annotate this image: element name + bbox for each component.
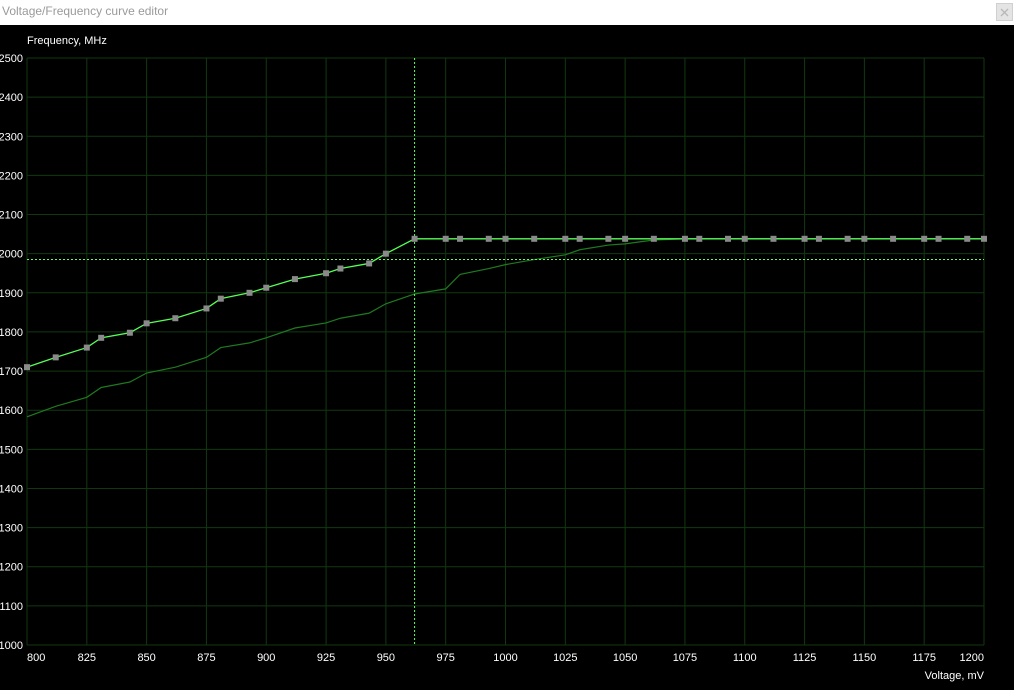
curve-point[interactable] xyxy=(890,235,897,242)
curve-point[interactable] xyxy=(126,329,133,336)
curve-point[interactable] xyxy=(815,235,822,242)
curve-point[interactable] xyxy=(921,235,928,242)
y-tick-label: 2400 xyxy=(0,92,23,104)
close-button[interactable] xyxy=(996,3,1013,21)
curve-point[interactable] xyxy=(323,270,330,277)
x-tick-label: 925 xyxy=(317,652,335,664)
x-tick-label: 1075 xyxy=(673,652,697,664)
curve-point[interactable] xyxy=(801,235,808,242)
y-tick-label: 1100 xyxy=(0,601,23,613)
x-tick-label: 1150 xyxy=(853,652,877,664)
window-title: Voltage/Frequency curve editor xyxy=(2,4,169,18)
curve-point[interactable] xyxy=(98,334,105,341)
curve-point[interactable] xyxy=(696,235,703,242)
curve-point[interactable] xyxy=(246,289,253,296)
x-tick-label: 1100 xyxy=(733,652,757,664)
curve-point[interactable] xyxy=(562,235,569,242)
y-tick-label: 2100 xyxy=(0,210,23,222)
x-tick-label: 950 xyxy=(377,652,395,664)
title-bar: Voltage/Frequency curve editor xyxy=(0,0,1014,25)
y-tick-label: 2300 xyxy=(0,131,23,143)
vf-curve-plot-area[interactable]: 1000 1100 1200 1300 1400 1500 1600 1700 1800 1900… xyxy=(0,25,1014,685)
y-axis-label: Frequency, MHz xyxy=(27,35,107,47)
x-tick-label: 875 xyxy=(197,652,215,664)
curve-point[interactable] xyxy=(263,284,270,291)
curve-point[interactable] xyxy=(83,344,90,351)
vf-curve-chart[interactable]: 1000 1100 1200 1300 1400 1500 1600 1700 1800 1900… xyxy=(0,25,1014,685)
y-tick-label: 2500 xyxy=(0,53,23,65)
curve-point[interactable] xyxy=(291,276,298,283)
curve-point[interactable] xyxy=(964,235,971,242)
curve-point[interactable] xyxy=(576,235,583,242)
curve-point[interactable] xyxy=(770,235,777,242)
curve-point[interactable] xyxy=(457,235,464,242)
x-tick-label: 900 xyxy=(257,652,275,664)
curve-point[interactable] xyxy=(203,305,210,312)
x-tick-label: 1050 xyxy=(613,652,637,664)
y-tick-label: 1900 xyxy=(0,288,23,300)
y-tick-label: 1400 xyxy=(0,483,23,495)
curve-point[interactable] xyxy=(844,235,851,242)
y-tick-label: 1700 xyxy=(0,366,23,378)
y-tick-label: 1600 xyxy=(0,405,23,417)
curve-point[interactable] xyxy=(24,364,30,371)
y-tick-label: 2000 xyxy=(0,249,23,261)
curve-point[interactable] xyxy=(411,235,418,242)
curve-point[interactable] xyxy=(605,235,612,242)
curve-point[interactable] xyxy=(217,295,224,302)
curve-point[interactable] xyxy=(861,235,868,242)
curve-point[interactable] xyxy=(337,265,344,272)
curve-point[interactable] xyxy=(172,315,179,322)
curve-point[interactable] xyxy=(650,235,657,242)
x-tick-label: 825 xyxy=(78,652,96,664)
x-tick-label: 800 xyxy=(27,652,45,664)
curve-point[interactable] xyxy=(143,320,150,327)
curve-point[interactable] xyxy=(485,235,492,242)
close-icon xyxy=(1000,8,1009,16)
x-tick-label: 1125 xyxy=(793,652,817,664)
y-tick-label: 1500 xyxy=(0,444,23,456)
curve-point[interactable] xyxy=(531,235,538,242)
y-tick-label: 1800 xyxy=(0,327,23,339)
x-axis-tick-labels: 800 825 850 875 900 925 950 975 1000 1025 1050 1075… xyxy=(27,652,984,664)
curve-point[interactable] xyxy=(725,235,732,242)
y-axis-tick-labels: 1000 1100 1200 1300 1400 1500 1600 1700 1800 1900… xyxy=(0,53,23,652)
curve-point[interactable] xyxy=(741,235,748,242)
curve-point[interactable] xyxy=(681,235,688,242)
x-tick-label: 1000 xyxy=(493,652,517,664)
x-tick-label: 850 xyxy=(137,652,155,664)
curve-point[interactable] xyxy=(366,260,373,267)
curve-point[interactable] xyxy=(382,250,389,257)
x-tick-label: 1025 xyxy=(553,652,577,664)
curve-point[interactable] xyxy=(981,235,987,242)
x-axis-label: Voltage, mV xyxy=(925,670,985,682)
x-tick-label: 1200 xyxy=(960,652,984,664)
curve-point[interactable] xyxy=(442,235,449,242)
x-tick-label: 1175 xyxy=(912,652,936,664)
curve-point[interactable] xyxy=(935,235,942,242)
x-tick-label: 975 xyxy=(437,652,455,664)
curve-point[interactable] xyxy=(622,235,629,242)
y-tick-label: 1000 xyxy=(0,640,23,652)
curve-point[interactable] xyxy=(502,235,509,242)
y-tick-label: 1300 xyxy=(0,523,23,535)
y-tick-label: 1200 xyxy=(0,562,23,574)
curve-point[interactable] xyxy=(52,354,59,361)
grid-lines xyxy=(26,57,985,646)
y-tick-label: 2200 xyxy=(0,170,23,182)
